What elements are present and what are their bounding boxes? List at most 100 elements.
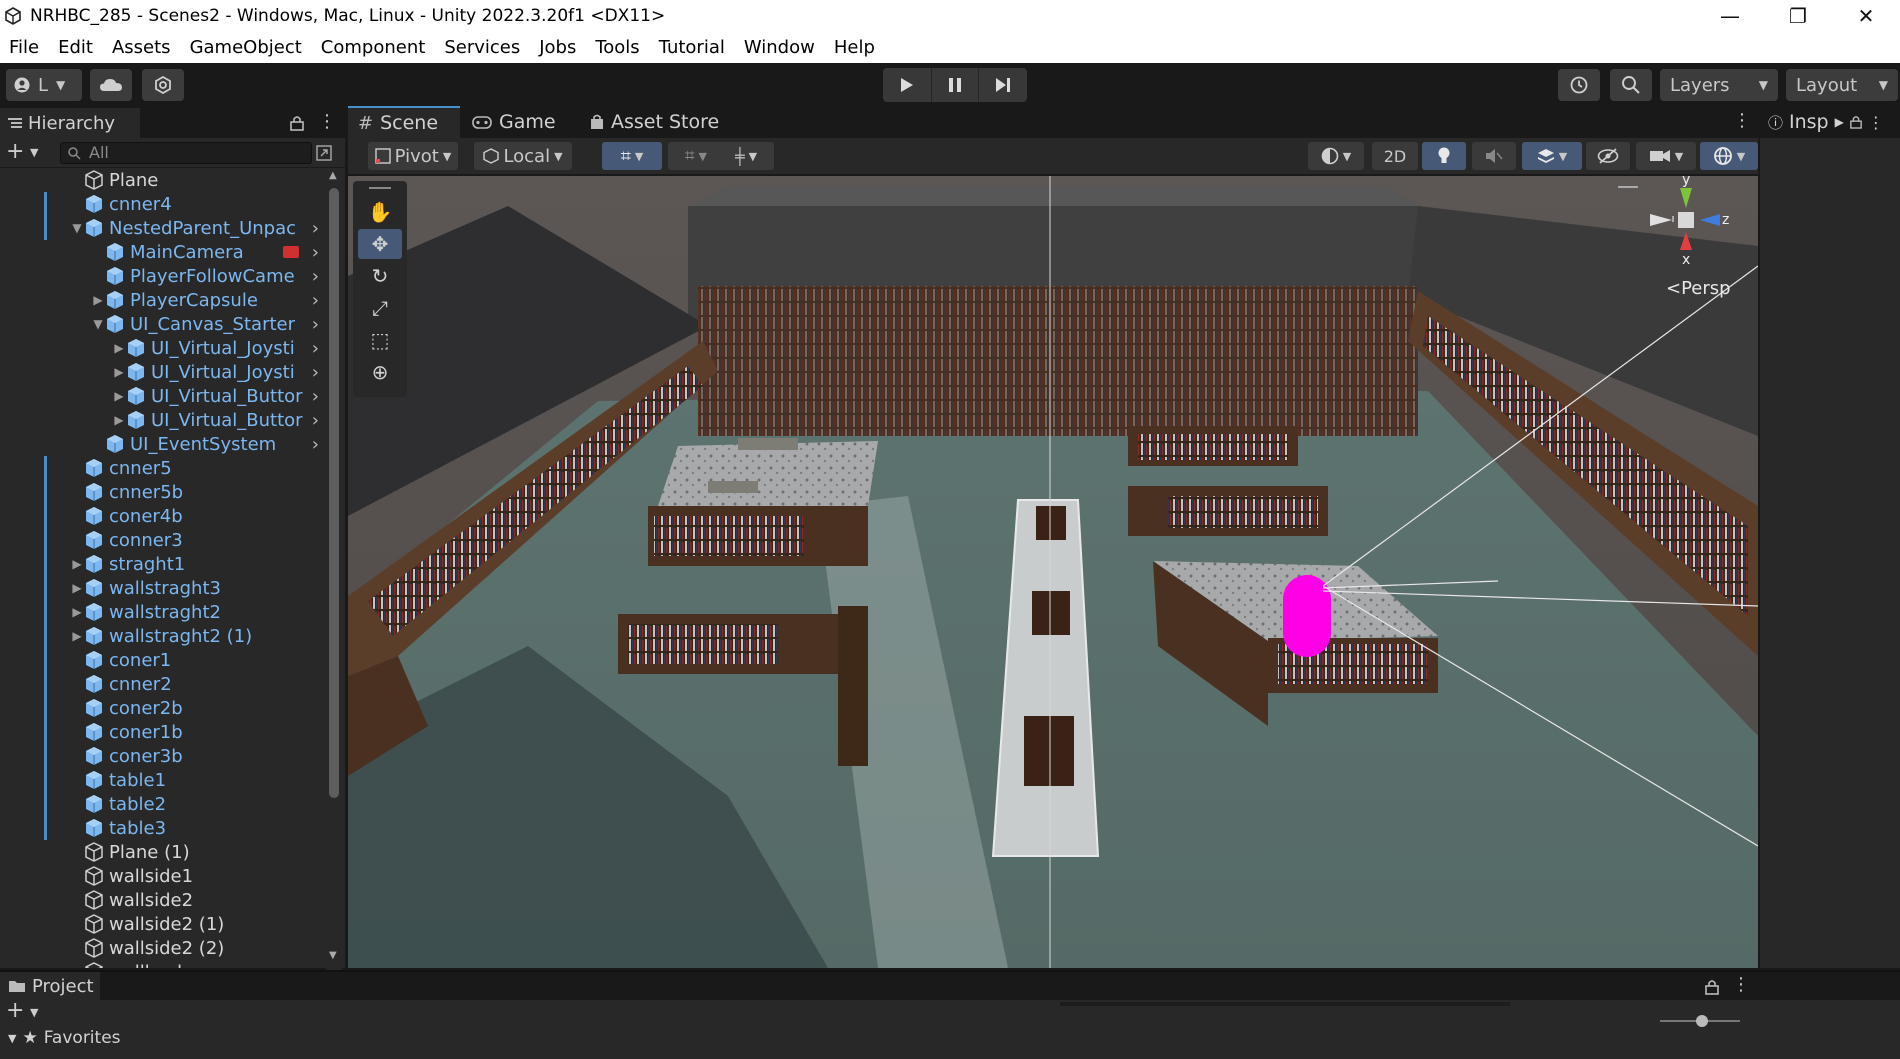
- hierarchy-item[interactable]: ▶ PlayerCapsule ›: [0, 288, 325, 312]
- cloud-button[interactable]: [90, 69, 132, 101]
- camera-dropdown[interactable]: ▼: [1636, 142, 1696, 170]
- menu-tools[interactable]: Tools: [586, 37, 649, 58]
- ruler-toggle[interactable]: ╪ ▼: [718, 142, 774, 170]
- tab-game[interactable]: Game: [472, 106, 568, 138]
- menu-services[interactable]: Services: [435, 37, 530, 58]
- hierarchy-item[interactable]: ▶ straght1: [0, 552, 325, 576]
- hierarchy-item[interactable]: ▼ UI_Canvas_Starter ›: [0, 312, 325, 336]
- hierarchy-item[interactable]: ▶ wallstraght2: [0, 600, 325, 624]
- pause-button[interactable]: [931, 68, 979, 102]
- hierarchy-item[interactable]: PlayerFollowCame ›: [0, 264, 325, 288]
- search-button[interactable]: [1610, 69, 1652, 101]
- scene-viewport[interactable]: y z x <Persp: [348, 176, 1758, 968]
- hierarchy-item[interactable]: cnner4: [0, 192, 325, 216]
- add-object-button[interactable]: +: [6, 139, 24, 164]
- history-button[interactable]: [1558, 69, 1600, 101]
- hierarchy-item[interactable]: ▶ wallstraght2 (1): [0, 624, 325, 648]
- tab-asset-store[interactable]: Asset Store: [590, 106, 730, 138]
- menu-component[interactable]: Component: [312, 37, 436, 58]
- hierarchy-item[interactable]: wallside2 (2): [0, 936, 325, 960]
- hierarchy-item[interactable]: UI_EventSystem ›: [0, 432, 325, 456]
- hierarchy-item[interactable]: ▶ UI_Virtual_Joysti ›: [0, 336, 325, 360]
- hierarchy-item[interactable]: cnner5b: [0, 480, 325, 504]
- tab-inspector[interactable]: ⓘ Insp ▶ ⋮: [1760, 106, 1900, 138]
- kebab-menu-icon[interactable]: ⋮: [1733, 110, 1751, 131]
- zoom-slider[interactable]: [1660, 1015, 1740, 1027]
- hierarchy-scrollbar[interactable]: ▲ ▼: [326, 168, 342, 1059]
- orientation-gizmo[interactable]: y z x <Persp: [1628, 176, 1748, 299]
- kebab-menu-icon[interactable]: ⋮: [318, 111, 336, 132]
- maximize-button[interactable]: ❐: [1764, 0, 1832, 31]
- zoom-slider-thumb[interactable]: [1696, 1015, 1708, 1027]
- hierarchy-item[interactable]: coner2b: [0, 696, 325, 720]
- hierarchy-item[interactable]: MainCamera ›: [0, 240, 325, 264]
- expand-icon[interactable]: [316, 145, 332, 161]
- hierarchy-item[interactable]: Plane: [0, 168, 325, 192]
- hierarchy-item[interactable]: ▶ UI_Virtual_Buttor ›: [0, 384, 325, 408]
- hierarchy-item[interactable]: coner3b: [0, 744, 325, 768]
- scroll-down-icon[interactable]: ▼: [329, 950, 337, 961]
- fold-arrow-icon[interactable]: ▶: [70, 581, 84, 595]
- rect-tool[interactable]: ⬚: [358, 325, 402, 355]
- project-search-input[interactable]: [1060, 1002, 1510, 1006]
- menu-edit[interactable]: Edit: [49, 37, 103, 58]
- hierarchy-item[interactable]: table2: [0, 792, 325, 816]
- transform-tool[interactable]: ⊕: [358, 357, 402, 387]
- add-asset-button[interactable]: +: [6, 998, 24, 1023]
- open-prefab-chevron-icon[interactable]: ›: [312, 410, 319, 431]
- audio-toggle[interactable]: [1472, 142, 1516, 170]
- layers-dropdown[interactable]: Layers ▼: [1660, 69, 1778, 101]
- kebab-menu-icon[interactable]: ⋮: [1868, 113, 1884, 132]
- open-prefab-chevron-icon[interactable]: ›: [312, 218, 319, 239]
- kebab-menu-icon[interactable]: ⋮: [1732, 974, 1750, 995]
- open-prefab-chevron-icon[interactable]: ›: [312, 266, 319, 287]
- hierarchy-item[interactable]: table3: [0, 816, 325, 840]
- effects-dropdown[interactable]: ▼: [1522, 142, 1582, 170]
- gizmos-dropdown[interactable]: ▼: [1700, 142, 1758, 170]
- chevron-down-icon[interactable]: ▼: [30, 146, 38, 159]
- collab-button[interactable]: [142, 69, 184, 101]
- open-prefab-chevron-icon[interactable]: ›: [312, 434, 319, 455]
- open-prefab-chevron-icon[interactable]: ›: [312, 338, 319, 359]
- tab-scene[interactable]: # Scene: [348, 106, 460, 138]
- fold-arrow-icon[interactable]: ▼: [70, 221, 84, 235]
- fold-arrow-icon[interactable]: ▶: [112, 341, 126, 355]
- fold-arrow-icon[interactable]: ▶: [70, 629, 84, 643]
- hierarchy-item[interactable]: ▶ wallstraght3: [0, 576, 325, 600]
- hierarchy-search-input[interactable]: All: [60, 142, 312, 164]
- lighting-toggle[interactable]: [1422, 142, 1466, 170]
- minimize-button[interactable]: —: [1696, 0, 1764, 31]
- menu-window[interactable]: Window: [735, 37, 825, 58]
- menu-help[interactable]: Help: [825, 37, 885, 58]
- close-button[interactable]: ✕: [1832, 0, 1900, 31]
- chevron-down-icon[interactable]: ▼: [30, 1006, 38, 1019]
- fold-arrow-icon[interactable]: ▼: [91, 317, 105, 331]
- scroll-up-icon[interactable]: ▲: [329, 170, 337, 181]
- shading-mode-dropdown[interactable]: ▼: [1308, 142, 1364, 170]
- hierarchy-item[interactable]: table1: [0, 768, 325, 792]
- lock-icon[interactable]: [1850, 115, 1862, 129]
- lock-icon[interactable]: [1705, 979, 1719, 995]
- hierarchy-item[interactable]: coner4b: [0, 504, 325, 528]
- play-button[interactable]: [883, 68, 931, 102]
- hierarchy-item[interactable]: ▼ NestedParent_Unpac ›: [0, 216, 325, 240]
- 2d-toggle[interactable]: 2D: [1372, 142, 1418, 170]
- menu-jobs[interactable]: Jobs: [530, 37, 586, 58]
- fold-arrow-icon[interactable]: ▶: [91, 293, 105, 307]
- hierarchy-item[interactable]: cnner5: [0, 456, 325, 480]
- menu-gameobject[interactable]: GameObject: [181, 37, 312, 58]
- hierarchy-item[interactable]: wallside1: [0, 864, 325, 888]
- move-tool[interactable]: ✥: [358, 229, 402, 259]
- open-prefab-chevron-icon[interactable]: ›: [312, 290, 319, 311]
- hierarchy-item[interactable]: ▶ UI_Virtual_Buttor ›: [0, 408, 325, 432]
- fold-arrow-icon[interactable]: ▶: [70, 557, 84, 571]
- rotate-tool[interactable]: ↻: [358, 261, 402, 291]
- fold-arrow-icon[interactable]: ▶: [112, 413, 126, 427]
- open-prefab-chevron-icon[interactable]: ›: [312, 386, 319, 407]
- menu-file[interactable]: File: [0, 37, 49, 58]
- snap-toggle[interactable]: ⌗ ▼: [668, 142, 724, 170]
- layout-dropdown[interactable]: Layout ▼: [1786, 69, 1898, 101]
- tab-project[interactable]: Project: [0, 972, 100, 1000]
- scale-tool[interactable]: ⤢: [358, 293, 402, 323]
- account-dropdown[interactable]: L ▼: [6, 69, 82, 101]
